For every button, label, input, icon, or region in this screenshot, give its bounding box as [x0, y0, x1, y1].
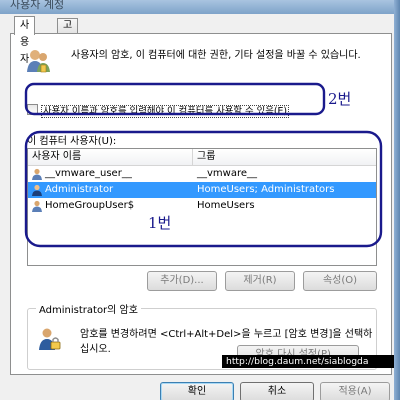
ok-button[interactable]: 확인: [160, 382, 234, 400]
user-icon: [32, 200, 42, 212]
tab-advanced[interactable]: 고급: [57, 18, 79, 45]
require-login-checkbox-row[interactable]: 사용자 이름과 암호를 입력해야 이 컴퓨터를 사용할 수 있음(E): [27, 103, 290, 118]
add-user-button[interactable]: 추가(D)...: [147, 271, 217, 291]
users-tab-panel: 사용자의 암호, 이 컴퓨터에 대한 권한, 기타 설정을 바꿀 수 있습니다.…: [10, 33, 392, 375]
properties-button[interactable]: 속성(O): [303, 271, 377, 291]
column-header-username[interactable]: 사용자 이름: [28, 149, 193, 166]
row-username: Administrator: [45, 184, 114, 195]
user-accounts-dialog: 사용자 고급 사용자의 암호, 이 컴퓨터에 대한 권한, 기타 설정을 바꿀 …: [0, 14, 394, 400]
column-header-group[interactable]: 그룹: [193, 149, 376, 166]
table-row[interactable]: Administrator HomeUsers; Administrators: [28, 182, 376, 198]
window-frame-edge: [394, 0, 400, 400]
row-username: HomeGroupUser$: [45, 200, 135, 211]
apply-button[interactable]: 적용(A): [320, 382, 390, 400]
table-row[interactable]: __vmware_user__ __vmware__: [28, 166, 376, 182]
remove-user-button[interactable]: 제거(R): [225, 271, 295, 291]
password-user-icon: [39, 328, 61, 350]
table-row[interactable]: HomeGroupUser$ HomeUsers: [28, 198, 376, 214]
user-icon: [32, 168, 42, 180]
users-list-label: 이 컴퓨터 사용자(U):: [27, 136, 117, 147]
blog-watermark: http://blog.daum.net/siablogda: [222, 355, 394, 368]
cancel-button[interactable]: 취소: [240, 382, 314, 400]
row-username: __vmware_user__: [45, 168, 132, 179]
row-group: __vmware__: [197, 168, 258, 179]
row-group: HomeUsers: [197, 200, 255, 211]
user-icon: [32, 184, 42, 196]
listview-header: 사용자 이름 그룹: [28, 149, 376, 166]
password-group-title: Administrator의 암호: [36, 301, 141, 316]
require-login-checkbox[interactable]: [27, 104, 38, 115]
title-bar: 사용자 계정: [0, 0, 400, 14]
require-login-checkbox-label[interactable]: 사용자 이름과 암호를 입력해야 이 컴퓨터를 사용할 수 있음(E): [41, 105, 290, 118]
window-title: 사용자 계정: [10, 0, 65, 11]
users-listview[interactable]: 사용자 이름 그룹 __vmware_user__ __vmware__ Adm…: [27, 148, 377, 266]
tab-users[interactable]: 사용자: [14, 16, 36, 65]
intro-text: 사용자의 암호, 이 컴퓨터에 대한 권한, 기타 설정을 바꿀 수 있습니다.: [71, 50, 361, 61]
row-group: HomeUsers; Administrators: [197, 184, 335, 195]
